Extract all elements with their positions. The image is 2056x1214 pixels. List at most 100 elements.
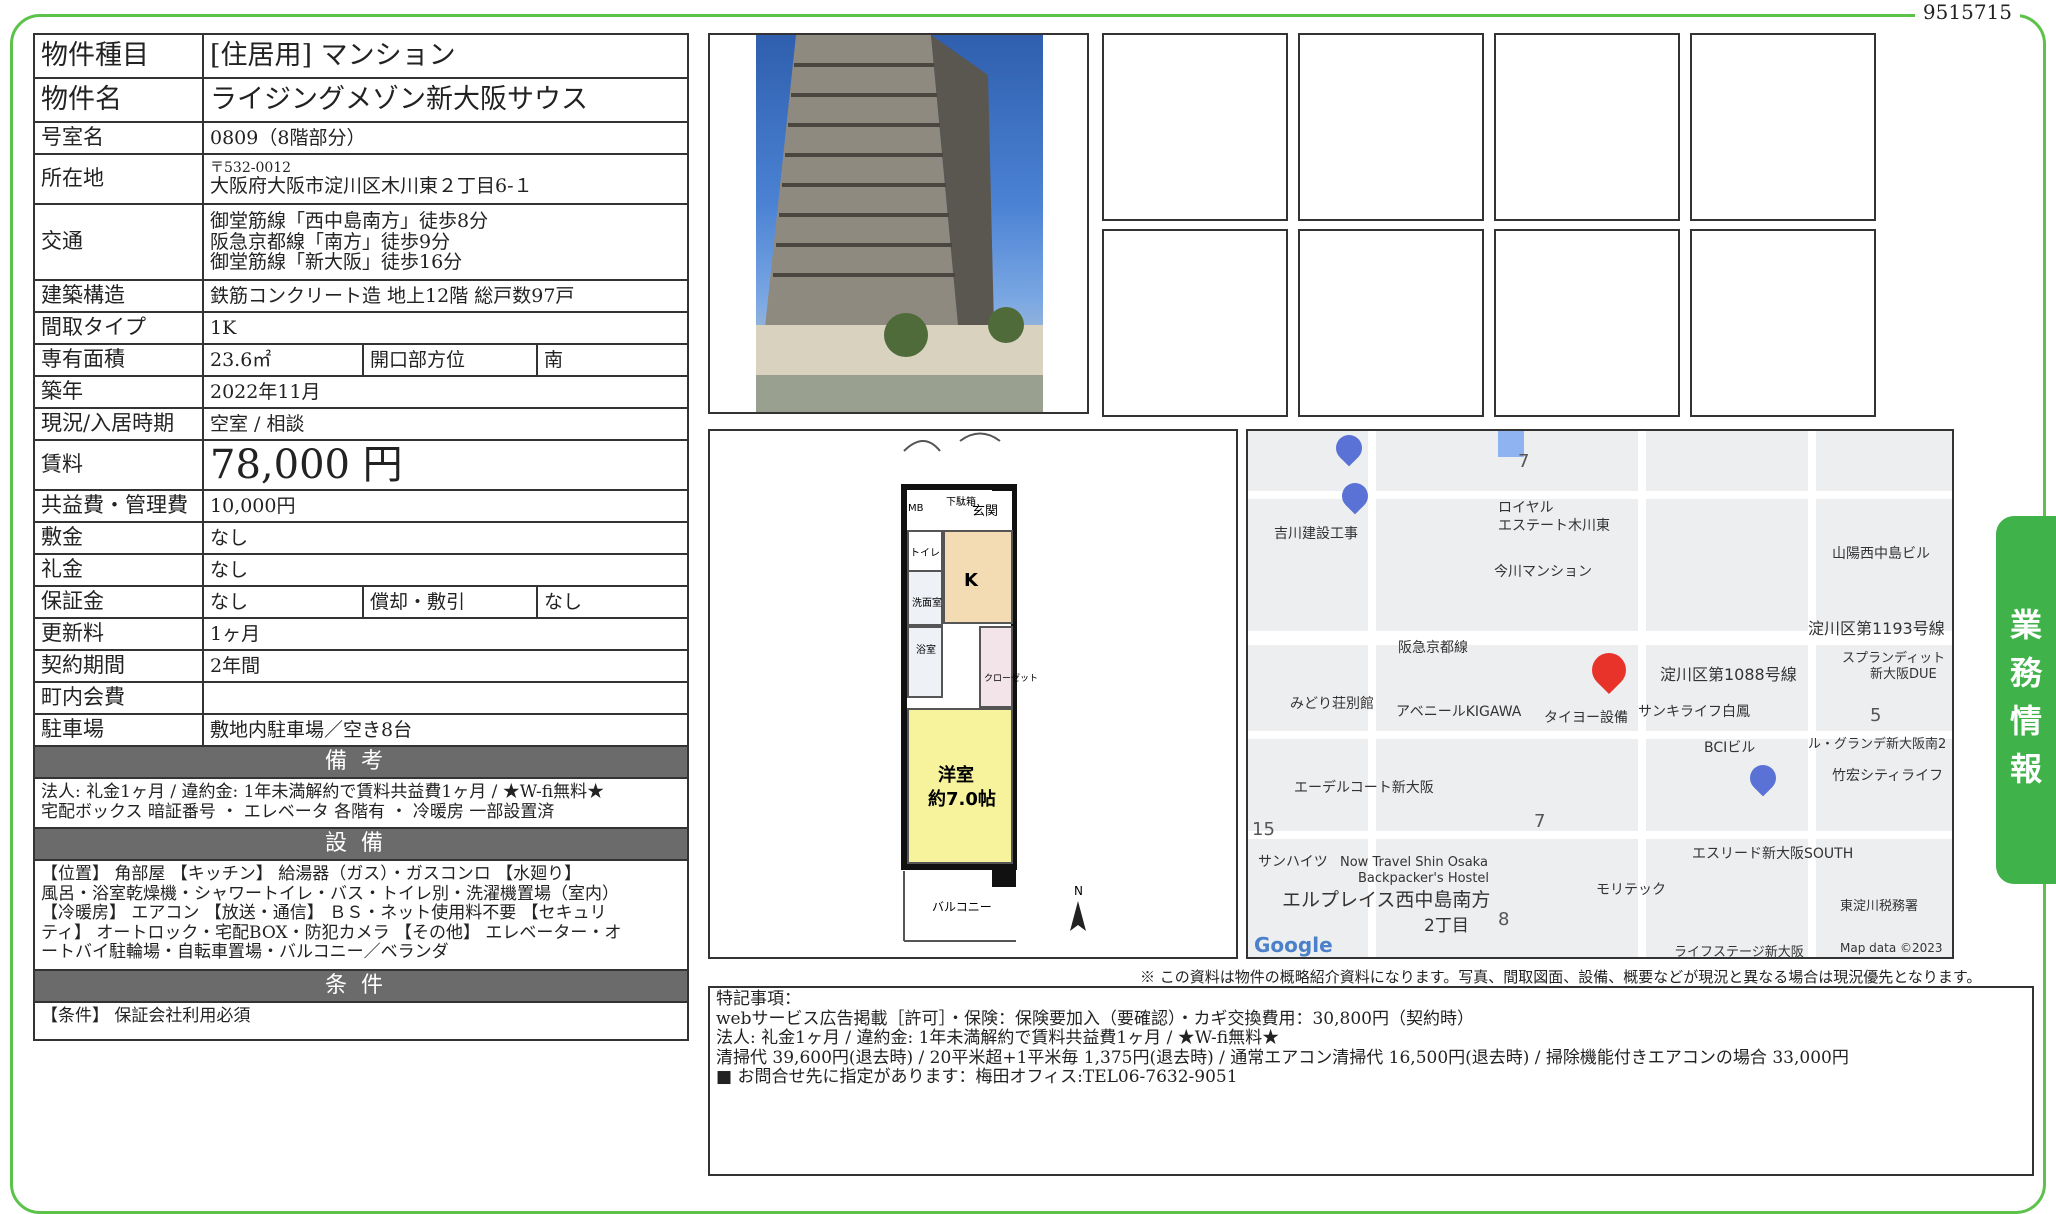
map-label: 淀川区第1088号線 <box>1660 665 1797 684</box>
map-label: タイヨー設備 <box>1544 710 1628 726</box>
room-value: 0809（8階部分） <box>202 121 689 155</box>
notes-line-3: 清掃代 39,600円(退去時) / 20平米超+1平米毎 1,375円(退去時… <box>716 1047 1849 1068</box>
status-value: 空室 / 相談 <box>202 407 689 441</box>
keymoney-value: なし <box>202 553 689 587</box>
photo-slot-1 <box>1102 33 1288 221</box>
renewal-label: 更新料 <box>33 617 204 651</box>
map-label: 新大阪DUE <box>1870 667 1937 682</box>
room-label: 号室名 <box>33 121 204 155</box>
map-block-number: 7 <box>1534 811 1546 832</box>
name-value: ライジングメゾン新大阪サウス <box>202 77 689 123</box>
map-label: ロイヤル <box>1498 500 1554 516</box>
toilet-label: トイレ <box>910 548 940 559</box>
map-block-number: 5 <box>1870 705 1882 726</box>
structure-value: 鉄筋コンクリート造 地上12階 総戸数97戸 <box>202 279 689 313</box>
mb-label: MB <box>908 503 924 514</box>
side-tab-char: 情 <box>2009 702 2042 740</box>
parking-pin-icon[interactable] <box>1744 759 1782 797</box>
conditions-header: 条件 <box>33 969 689 1003</box>
notes-title: 特記事項： <box>716 989 801 1009</box>
property-spec-table: 物件種目 [住居用] マンション 物件名 ライジングメゾン新大阪サウス 号室名 … <box>33 33 689 1041</box>
guarantee-value: なし <box>202 585 364 619</box>
postal-code: 〒532-0012 <box>210 159 292 176</box>
association-fee-label: 町内会費 <box>33 681 204 715</box>
renewal-value: 1ヶ月 <box>202 617 689 651</box>
map-label: みどり荘別館 <box>1290 696 1374 712</box>
map-label: モリテック <box>1596 882 1666 898</box>
map-label: 阪急京都線 <box>1398 640 1468 656</box>
name-label: 物件名 <box>33 77 204 123</box>
rent-value: 78,000 円 <box>202 439 689 491</box>
direction-label: 開口部方位 <box>362 343 538 377</box>
transit-line-2: 阪急京都線「南方」徒歩9分 <box>210 230 451 253</box>
side-tab-char: 報 <box>2009 750 2042 788</box>
business-info-tab[interactable]: 業 務 情 報 <box>1996 516 2056 884</box>
map-label: ル・グランデ新大阪南2 <box>1808 737 1947 752</box>
location-map[interactable]: 7 5 7 15 8 ロイヤル エステート木川東 吉川建設工事 今川マンション … <box>1246 429 1954 959</box>
map-label: アベニールKIGAWA <box>1396 704 1522 720</box>
structure-label: 建築構造 <box>33 279 204 313</box>
built-value: 2022年11月 <box>202 375 689 409</box>
kitchen-label: K <box>964 570 979 591</box>
map-label: 東淀川税務署 <box>1840 899 1919 914</box>
parking-pin-icon[interactable] <box>1330 431 1368 467</box>
photo-slot-5 <box>1102 229 1288 417</box>
side-tab-char: 業 <box>2009 606 2042 644</box>
map-label: エーデルコート新大阪 <box>1294 780 1434 796</box>
balcony-label: バルコニー <box>932 900 992 914</box>
property-location-pin-icon[interactable] <box>1584 645 1634 695</box>
map-label: Now Travel Shin Osaka <box>1340 855 1488 870</box>
photo-slot-6 <box>1298 229 1484 417</box>
amortization-value: なし <box>536 585 689 619</box>
entrance-label: 玄関 <box>972 504 998 519</box>
closet-label: クローゼット <box>984 672 1038 684</box>
photo-slot-2 <box>1298 33 1484 221</box>
map-label: 吉川建設工事 <box>1274 526 1358 542</box>
equipment-line-3: 【冷暖房】 エアコン 【放送・通信】 ＢＳ・ネット使用料不要 【セキュリ <box>41 903 607 924</box>
remarks-line-2: 宅配ボックス 暗証番号 ・ エレベータ 各階有 ・ 冷暖房 一部設置済 <box>41 801 555 822</box>
map-block-number: 8 <box>1498 909 1510 930</box>
map-label: 2丁目 <box>1424 916 1469 936</box>
area-label: 専有面積 <box>33 343 204 377</box>
address-value: 〒532-0012 大阪府大阪市淀川区木川東２丁目6-１ <box>202 153 689 205</box>
western-room-label: 洋室 <box>938 764 974 786</box>
washroom-label: 洗面室 <box>912 596 942 609</box>
fee-value: 10,000円 <box>202 489 689 523</box>
floor-plan-drawing: MB 下駄箱 玄関 トイレ K 洗面室 浴室 クローゼット 洋室 約7.0帖 バ… <box>901 432 1086 942</box>
deposit-value: なし <box>202 521 689 555</box>
photo-slot-7 <box>1494 229 1680 417</box>
transit-label: 交通 <box>33 203 204 281</box>
building-illustration <box>756 35 1043 412</box>
conditions-body: 【条件】 保証会社利用必須 <box>33 1001 689 1041</box>
contract-value: 2年間 <box>202 649 689 683</box>
equipment-header: 設備 <box>33 827 689 861</box>
map-label: エステート木川東 <box>1498 518 1610 534</box>
transit-line-3: 御堂筋線「新大阪」徒歩16分 <box>210 251 463 274</box>
notes-line-1: webサービス広告掲載［許可］・保険：保険要加入（要確認）・カギ交換費用：30,… <box>716 1008 1474 1029</box>
transit-line-1: 御堂筋線「西中島南方」徒歩8分 <box>210 209 489 232</box>
fee-label: 共益費・管理費 <box>33 489 204 523</box>
building-photo-frame <box>708 33 1089 414</box>
bathroom-label: 浴室 <box>916 643 936 656</box>
special-notes: 特記事項： webサービス広告掲載［許可］・保険：保険要加入（要確認）・カギ交換… <box>708 986 2034 1176</box>
map-label: Backpacker's Hostel <box>1358 871 1490 886</box>
address-text: 大阪府大阪市淀川区木川東２丁目6-１ <box>210 175 533 198</box>
notes-line-2: 法人: 礼金1ヶ月 / 違約金: 1年未満解約で賃料共益費1ヶ月 / ★W-fi… <box>716 1028 1280 1049</box>
map-label: サンハイツ <box>1258 854 1328 870</box>
rent-label: 賃料 <box>33 439 204 491</box>
equipment-line-1: 【位置】 角部屋 【キッチン】 給湯器（ガス）・ガスコンロ 【水廻り】 <box>41 864 582 884</box>
map-road-3 <box>1248 831 1952 839</box>
type-label: 物件種目 <box>33 33 204 79</box>
direction-value: 南 <box>536 343 689 377</box>
transit-value: 御堂筋線「西中島南方」徒歩8分 阪急京都線「南方」徒歩9分 御堂筋線「新大阪」徒… <box>202 203 689 281</box>
map-road-6 <box>1808 431 1816 957</box>
contract-label: 契約期間 <box>33 649 204 683</box>
address-label: 所在地 <box>33 153 204 205</box>
map-label: サンキライフ白鳳 <box>1638 704 1750 720</box>
layout-label: 間取タイプ <box>33 311 204 345</box>
western-room-size: 約7.0帖 <box>928 788 996 810</box>
side-tab-char: 務 <box>2009 654 2042 692</box>
equipment-line-5: ートバイ駐輪場・自転車置場・バルコニー／ベランダ <box>41 942 449 963</box>
status-label: 現況/入居時期 <box>33 407 204 441</box>
photo-slot-8 <box>1690 229 1876 417</box>
